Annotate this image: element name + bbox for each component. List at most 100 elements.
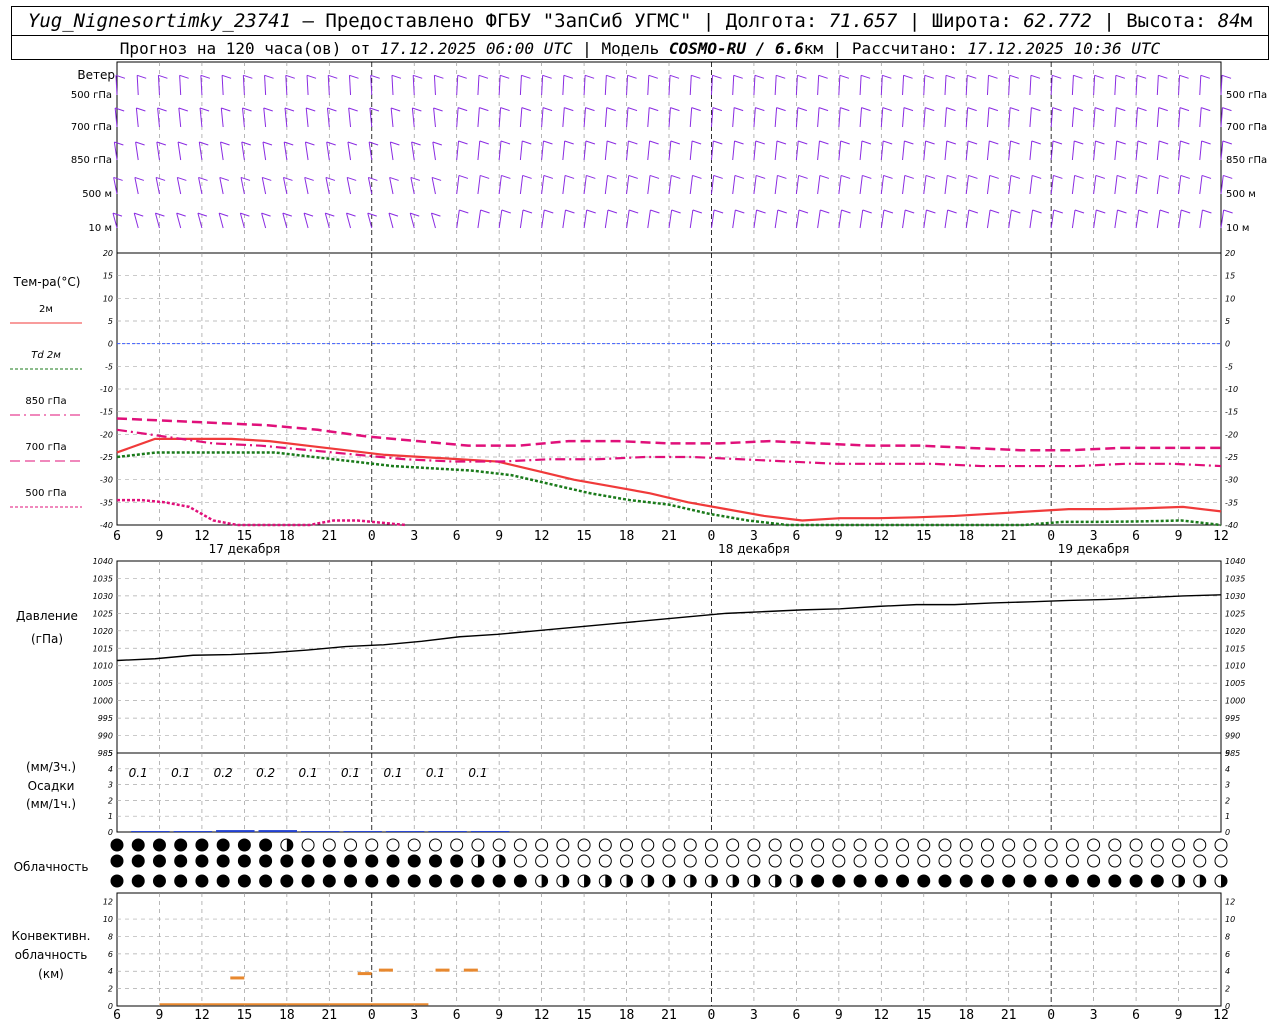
wind-barb-flag — [1158, 107, 1168, 112]
wind-barb-flag — [158, 74, 168, 79]
wind-barb-flag — [522, 174, 532, 179]
wind-level-label-left: 850 гПа — [71, 155, 112, 166]
cloud-symbol — [556, 854, 570, 868]
temp-hour-label: 21 — [321, 529, 337, 544]
temp-legend-label: 850 гПа — [25, 396, 66, 407]
wind-barb-flag — [924, 74, 934, 79]
wind-barb-staff — [306, 75, 309, 96]
wind-barb-staff — [1178, 209, 1182, 229]
wind-barb-flag — [564, 107, 574, 112]
cloud-symbol — [365, 854, 379, 868]
wind-barb-staff — [431, 177, 436, 195]
wind-barb-staff — [562, 140, 566, 161]
pressure-ytick-left: 1000 — [93, 697, 113, 706]
wind-barb-flag — [564, 140, 574, 145]
cloud-symbol-half — [647, 875, 654, 887]
wind-barb-flag — [733, 74, 743, 79]
wind-barb-flag — [862, 174, 872, 179]
convective-hour-label: 21 — [661, 1008, 677, 1023]
wind-barb-flag — [585, 140, 596, 145]
wind-barb-flag — [134, 212, 144, 217]
convective-hour-label: 0 — [708, 1008, 716, 1023]
wind-barb-staff — [154, 213, 160, 229]
cloud-symbol — [1087, 854, 1101, 868]
wind-barb-staff — [795, 209, 800, 229]
temp-ytick-left: -15 — [100, 408, 113, 417]
wind-barb-flag — [261, 212, 271, 217]
convective-ytick-left: 4 — [108, 967, 113, 976]
wind-barb-staff — [647, 140, 651, 161]
cloud-symbol — [195, 838, 209, 852]
cloud-symbol — [301, 874, 315, 888]
wind-barb-flag — [220, 141, 230, 146]
wind-barb-flag — [669, 74, 680, 79]
wind-barb-flag — [989, 140, 999, 145]
wind-barb-staff — [1199, 75, 1202, 96]
wind-barb-staff — [477, 175, 481, 195]
wind-barb-flag — [670, 140, 681, 145]
wind-barb-flag — [240, 176, 251, 181]
wind-barb-staff — [1199, 107, 1202, 128]
wind-barb-staff — [346, 177, 352, 195]
cloud-symbol — [492, 874, 506, 888]
cloud-symbol — [938, 838, 952, 852]
wind-barb-staff — [519, 209, 524, 229]
wind-barb-flag — [325, 212, 335, 217]
temp-hour-label: 12 — [1213, 529, 1229, 544]
cloud-symbol — [959, 874, 973, 888]
wind-barb-flag — [650, 209, 660, 214]
wind-barb-staff — [346, 213, 352, 229]
wind-barb-staff — [902, 175, 906, 195]
wind-barb-staff — [134, 177, 139, 195]
convective-hour-label: 9 — [156, 1008, 164, 1023]
temp-ytick-left: -40 — [100, 521, 113, 530]
cloud-symbol-half — [796, 875, 803, 887]
wind-barb-flag — [431, 176, 442, 181]
cloud-symbol — [428, 874, 442, 888]
wind-barb-flag — [304, 176, 314, 181]
wind-barb-flag — [367, 212, 377, 217]
wind-barb-staff — [1156, 140, 1160, 161]
wind-level-label-right: 500 гПа — [1226, 90, 1267, 101]
cloud-symbol — [1150, 854, 1164, 868]
cloud-symbol — [704, 854, 718, 868]
precip-bar — [301, 831, 340, 832]
temp-hour-label: 12 — [534, 529, 550, 544]
wind-barb-flag — [283, 176, 293, 181]
cloud-symbol — [237, 838, 251, 852]
cloud-symbol — [237, 874, 251, 888]
cloud-symbol — [874, 874, 888, 888]
cloud-symbol — [768, 854, 782, 868]
cloud-symbol — [811, 854, 825, 868]
convective-hour-label: 18 — [619, 1008, 635, 1023]
wind-barb-staff — [113, 177, 118, 195]
temp-hour-label: 6 — [113, 529, 121, 544]
cloud-symbol — [322, 874, 336, 888]
cloud-symbol — [683, 838, 697, 852]
temp-hour-label: 6 — [792, 529, 800, 544]
wind-barb-flag — [388, 212, 399, 217]
cloud-symbol — [577, 838, 591, 852]
wind-barb-flag — [1096, 209, 1106, 214]
cloud-symbol — [1108, 838, 1122, 852]
wind-barb-flag — [346, 212, 356, 217]
wind-barb-flag — [113, 176, 123, 181]
wind-barb-flag — [649, 140, 659, 145]
wind-barb-staff — [388, 213, 394, 229]
wind-barb-staff — [240, 177, 245, 195]
pressure-ytick-left: 1030 — [93, 592, 113, 601]
wind-barb-flag — [1115, 74, 1126, 79]
cloud-symbol — [174, 838, 188, 852]
wind-barb-staff — [774, 75, 777, 96]
wind-barb-staff — [411, 141, 415, 161]
pressure-ytick-left: 990 — [98, 732, 113, 741]
convective-hour-label: 9 — [835, 1008, 843, 1023]
temp-ytick-right: -5 — [1225, 362, 1233, 371]
wind-barb-staff — [753, 209, 758, 229]
wind-barb-flag — [413, 74, 423, 79]
cloud-symbol — [152, 874, 166, 888]
cloud-symbol — [1023, 874, 1037, 888]
cloud-symbol — [1193, 838, 1207, 852]
wind-barb-staff — [1029, 209, 1034, 229]
cloud-symbol — [195, 854, 209, 868]
